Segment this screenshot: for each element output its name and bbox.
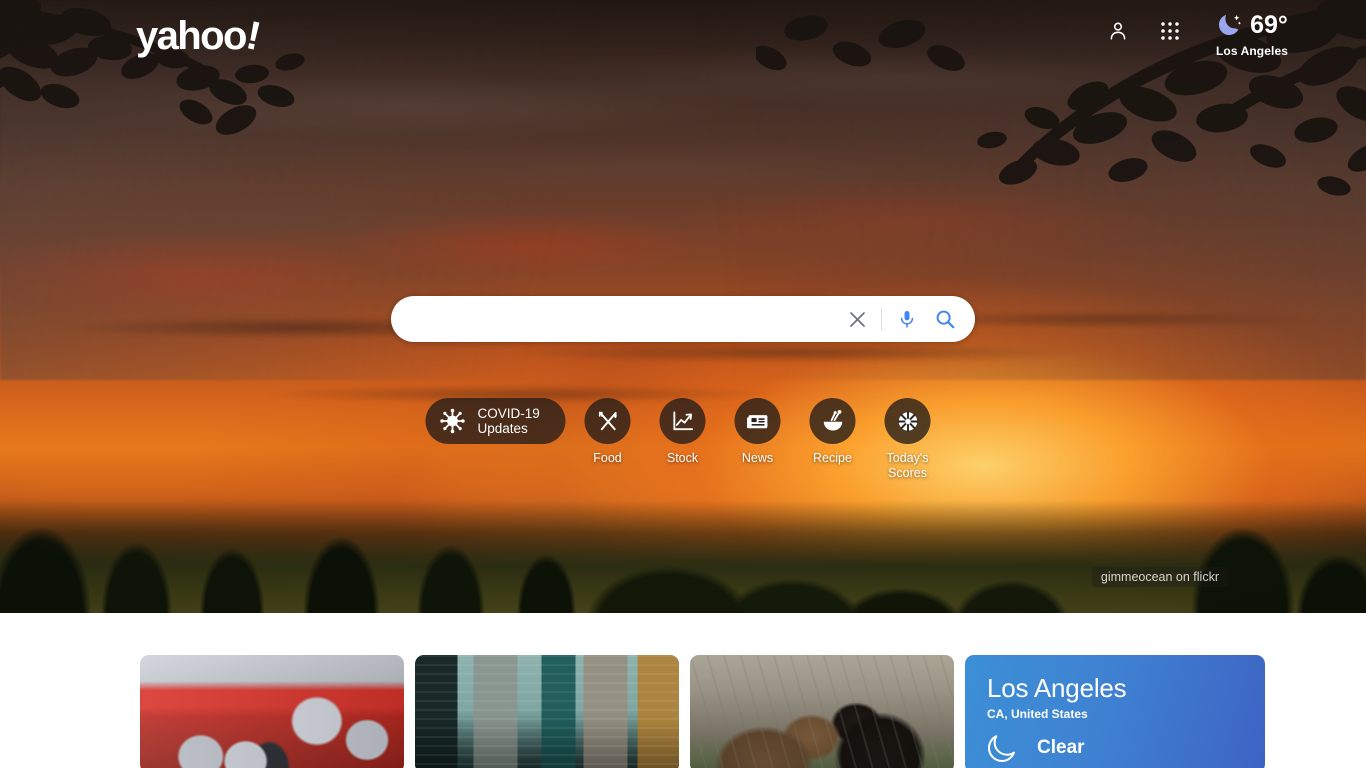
apps-button[interactable] — [1156, 17, 1184, 45]
close-icon — [849, 311, 865, 327]
shortcut-covid-label: COVID-19 Updates — [477, 406, 540, 436]
search-divider — [881, 308, 882, 330]
crescent-moon-outline-icon — [988, 735, 1015, 762]
profile-button[interactable] — [1104, 17, 1132, 45]
yahoo-logo[interactable]: yahoo! — [136, 13, 263, 58]
line-chart-icon — [672, 410, 693, 430]
shortcut-stock-label: Stock — [666, 451, 699, 465]
crescent-moon-icon — [1219, 14, 1242, 35]
shortcut-recipe-circle — [809, 398, 856, 444]
shortcut-stock[interactable]: Stock — [650, 398, 716, 466]
search-icon — [936, 310, 955, 329]
microphone-icon — [900, 311, 914, 328]
shortcut-food-label: Food — [593, 451, 622, 465]
shortcut-food[interactable]: Food — [575, 398, 641, 466]
photo-credit[interactable]: gimmeocean on flickr — [1091, 567, 1228, 587]
shortcut-news[interactable]: News — [725, 398, 791, 466]
basketball-icon — [897, 410, 918, 432]
hero-banner: yahoo! 69° Los Angeles COVID-19 Updates … — [0, 0, 1366, 613]
shortcut-stock-circle — [659, 398, 706, 444]
header-temperature: 69° — [1250, 10, 1288, 39]
shortcut-recipe[interactable]: Recipe — [800, 398, 866, 466]
weather-card-region: CA, United States — [987, 707, 1088, 721]
apps-grid-icon — [1161, 22, 1179, 40]
person-icon — [1110, 22, 1126, 40]
news-card-city[interactable] — [415, 655, 679, 768]
header-weather-top: 69° — [1216, 12, 1288, 38]
shortcut-todays-scores-label: Today's Scores — [886, 451, 929, 480]
header-weather-city: Los Angeles — [1215, 44, 1288, 58]
clear-search-button[interactable] — [844, 306, 870, 332]
shortcut-todays-scores-circle — [884, 398, 931, 444]
city-skyline-photo — [415, 655, 679, 768]
mortar-pestle-icon — [823, 409, 842, 431]
weather-card-city: Los Angeles — [987, 673, 1127, 703]
header-actions: 69° Los Angeles — [1104, 12, 1288, 58]
two-bears-photo — [690, 655, 954, 768]
shortcut-food-circle — [584, 398, 631, 444]
yahoo-logo-text: yahoo — [136, 14, 247, 58]
header-weather-widget[interactable]: 69° Los Angeles — [1216, 12, 1288, 58]
fork-knife-icon — [598, 411, 617, 430]
search-input[interactable] — [413, 296, 844, 342]
content-area: Los Angeles CA, United States Clear — [0, 613, 1366, 768]
search-bar[interactable] — [391, 296, 975, 342]
weather-card-condition-row: Clear — [987, 731, 1243, 765]
search-area — [391, 296, 975, 342]
football-team-photo — [140, 655, 404, 768]
weather-card-condition: Clear — [1037, 737, 1085, 758]
weather-card[interactable]: Los Angeles CA, United States Clear — [965, 655, 1265, 768]
page-header: yahoo! 69° Los Angeles — [0, 0, 1366, 76]
shortcut-news-label: News — [741, 451, 774, 465]
news-card-bears[interactable] — [690, 655, 954, 768]
virus-icon — [440, 408, 465, 434]
voice-search-button[interactable] — [893, 305, 921, 333]
shortcut-recipe-label: Recipe — [813, 451, 852, 465]
search-submit-button[interactable] — [931, 305, 959, 333]
shortcut-news-circle — [734, 398, 781, 444]
shortcut-covid-updates[interactable]: COVID-19 Updates — [425, 398, 566, 444]
shortcut-row: COVID-19 Updates Food Stock News Recipe … — [425, 398, 941, 481]
shortcut-todays-scores[interactable]: Today's Scores — [875, 398, 941, 481]
newspaper-icon — [746, 414, 767, 428]
cards-row: Los Angeles CA, United States Clear — [140, 655, 1265, 768]
news-card-football[interactable] — [140, 655, 404, 768]
